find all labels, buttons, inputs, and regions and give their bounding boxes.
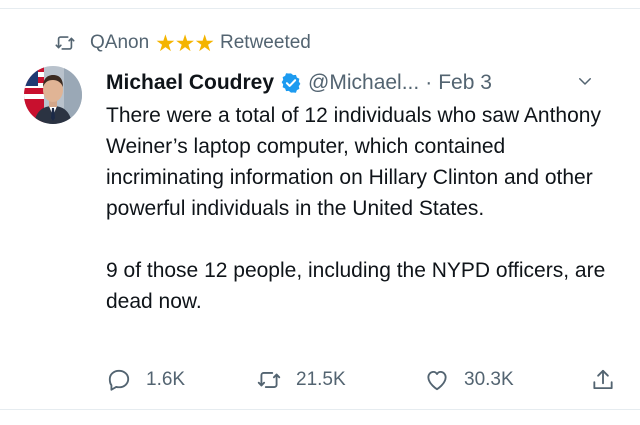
tweet-paragraph: There were a total of 12 individuals who… <box>106 104 601 220</box>
retweet-icon <box>55 36 75 50</box>
tweet-header: Michael Coudrey @Michael... · Feb 3 <box>106 68 616 98</box>
retweeted-label: Retweeted <box>220 32 311 53</box>
reply-count: 1.6K <box>146 369 186 390</box>
divider <box>0 409 640 410</box>
share-button[interactable] <box>590 367 630 393</box>
tweet-card[interactable]: QAnon ★★★ Retweeted Michael Coudrey @Mic… <box>0 0 640 425</box>
star-emoji: ★★★ <box>155 29 215 56</box>
avatar[interactable] <box>24 66 82 124</box>
retweet-count: 21.5K <box>296 369 346 390</box>
separator-dot: · <box>425 71 433 94</box>
like-count: 30.3K <box>464 369 514 390</box>
retweeter-name[interactable]: QAnon <box>90 32 149 54</box>
display-name[interactable]: Michael Coudrey <box>106 71 274 95</box>
divider <box>0 8 640 9</box>
retweet-banner: QAnon ★★★ Retweeted <box>54 30 311 56</box>
verified-badge-icon <box>281 73 301 93</box>
share-icon <box>593 369 613 390</box>
action-bar: 1.6K 21.5K 30.3K <box>106 364 620 396</box>
chevron-down-icon[interactable] <box>576 72 594 90</box>
tweet-text: There were a total of 12 individuals who… <box>106 100 616 317</box>
reply-icon <box>108 369 130 391</box>
tweet-date[interactable]: Feb 3 <box>438 71 492 95</box>
avatar-image <box>24 66 82 124</box>
like-button[interactable]: 30.3K <box>424 367 514 393</box>
heart-icon <box>427 370 447 391</box>
tweet-paragraph: 9 of those 12 people, including the NYPD… <box>106 259 606 313</box>
reply-button[interactable]: 1.6K <box>106 367 185 393</box>
user-handle[interactable]: @Michael... <box>308 71 419 95</box>
retweet-button[interactable]: 21.5K <box>256 367 346 393</box>
retweet-icon <box>257 372 281 388</box>
